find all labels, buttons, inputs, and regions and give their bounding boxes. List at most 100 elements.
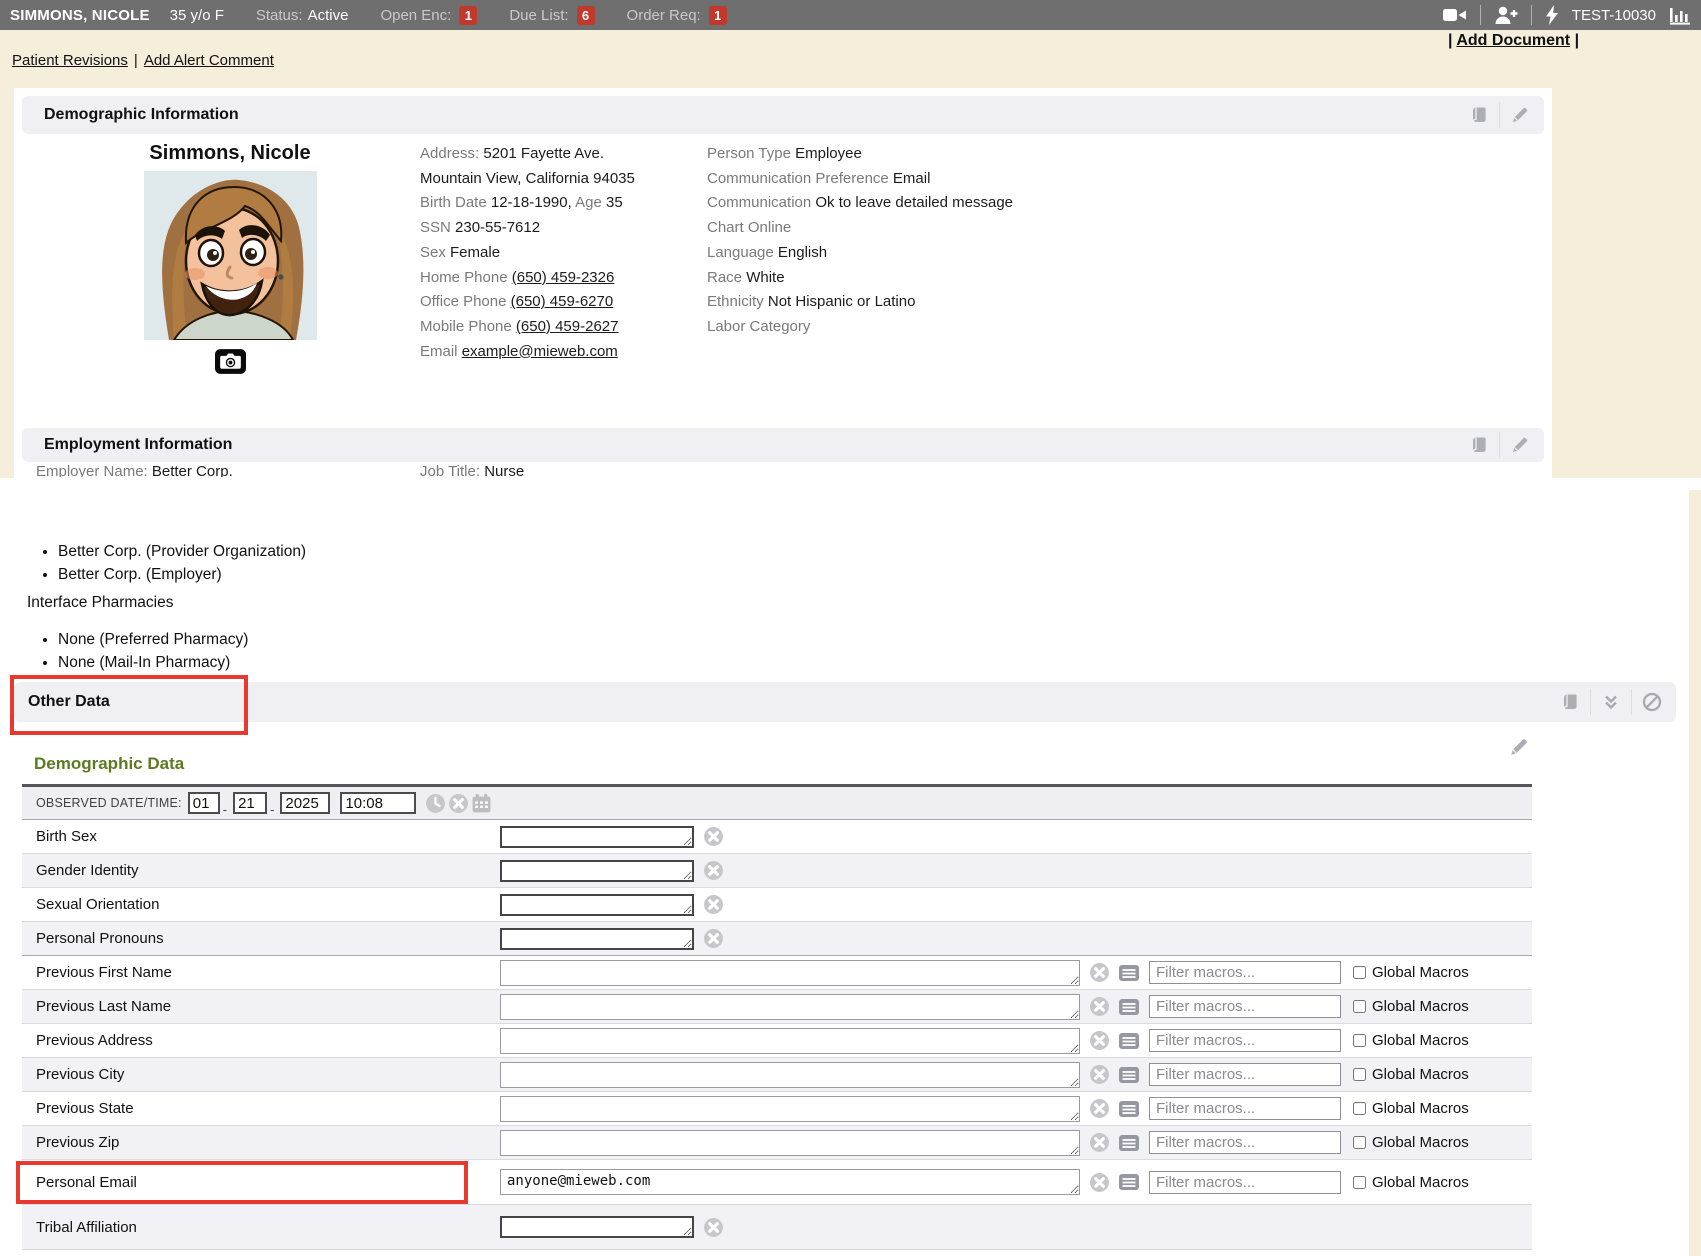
previous-address-textarea[interactable] (500, 1028, 1080, 1054)
macro-list-icon[interactable] (1118, 998, 1140, 1016)
form-row-birth-sex: Birth Sex (22, 820, 1532, 854)
global-macros-checkbox[interactable] (1353, 1176, 1366, 1189)
gender-identity-input[interactable] (500, 860, 694, 882)
observed-month-input[interactable] (188, 792, 220, 814)
observed-time-input[interactable] (340, 792, 416, 814)
clear-field-icon[interactable] (1089, 1064, 1110, 1085)
filter-macros-input[interactable] (1149, 1131, 1341, 1154)
global-macros-label: Global Macros (1372, 1066, 1469, 1083)
birth-sex-input[interactable] (500, 826, 694, 848)
field-label: Birth Sex (22, 828, 500, 845)
global-macros-label: Global Macros (1372, 1174, 1469, 1191)
due-list-badge[interactable]: 6 (577, 6, 595, 25)
order-req-badge[interactable]: 1 (709, 6, 727, 25)
status-label: Status: (256, 7, 303, 24)
divider (1480, 5, 1481, 25)
field-label: Previous Address (22, 1032, 500, 1049)
observed-day-input[interactable] (233, 792, 267, 814)
clear-field-icon[interactable] (703, 1217, 724, 1238)
filter-macros-input[interactable] (1149, 1097, 1341, 1120)
clear-field-icon[interactable] (1089, 1132, 1110, 1153)
macro-list-icon[interactable] (1118, 1066, 1140, 1084)
edit-pencil-icon[interactable] (1510, 435, 1530, 455)
journal-book-icon[interactable] (1469, 435, 1489, 455)
list-item: None (Preferred Pharmacy) (58, 628, 248, 651)
patient-revisions-link[interactable]: Patient Revisions (12, 52, 128, 69)
add-alert-comment-link[interactable]: Add Alert Comment (144, 52, 274, 69)
macro-list-icon[interactable] (1118, 1134, 1140, 1152)
journal-book-icon[interactable] (1560, 692, 1580, 712)
global-macros-checkbox[interactable] (1353, 1068, 1366, 1081)
add-person-icon[interactable] (1494, 5, 1518, 25)
macro-list-icon[interactable] (1118, 964, 1140, 982)
clear-field-icon[interactable] (703, 826, 724, 847)
form-row-previous-address: Previous Address Global Macros (22, 1024, 1532, 1058)
previous-city-textarea[interactable] (500, 1062, 1080, 1088)
macro-list-icon[interactable] (1118, 1173, 1140, 1191)
global-macros-checkbox[interactable] (1353, 1136, 1366, 1149)
clear-datetime-icon[interactable] (448, 793, 469, 814)
global-macros-label: Global Macros (1372, 1134, 1469, 1151)
email-link[interactable]: example@mieweb.com (462, 343, 618, 360)
global-macros-checkbox[interactable] (1353, 1000, 1366, 1013)
personal-pronouns-input[interactable] (500, 928, 694, 950)
clear-field-icon[interactable] (1089, 1030, 1110, 1051)
edit-pencil-icon[interactable] (1510, 105, 1530, 125)
previous-state-textarea[interactable] (500, 1096, 1080, 1122)
list-item: Better Corp. (Provider Organization) (58, 540, 306, 563)
other-data-header[interactable]: Other Data (14, 682, 1676, 722)
flowsheet-chart-icon[interactable] (1669, 5, 1691, 25)
macro-list-icon[interactable] (1118, 1032, 1140, 1050)
previous-last-name-textarea[interactable] (500, 994, 1080, 1020)
clear-field-icon[interactable] (1089, 1172, 1110, 1193)
demographic-information-header[interactable]: Demographic Information (22, 96, 1544, 134)
video-call-icon[interactable] (1443, 6, 1467, 24)
patient-photo-column: Simmons, Nicole (122, 142, 338, 374)
clear-field-icon[interactable] (1089, 962, 1110, 983)
sexual-orientation-input[interactable] (500, 894, 694, 916)
macro-list-icon[interactable] (1118, 1100, 1140, 1118)
update-photo-camera-button[interactable] (215, 349, 246, 374)
edit-pencil-icon[interactable] (1508, 736, 1530, 758)
mobile-phone-link[interactable]: (650) 459-2627 (516, 318, 619, 335)
filter-macros-input[interactable] (1149, 995, 1341, 1018)
add-document-row: | Add Document | (1448, 32, 1579, 50)
filter-macros-input[interactable] (1149, 1029, 1341, 1052)
observed-datetime-row: OBSERVED DATE/TIME: - - (22, 787, 1532, 820)
camera-icon[interactable] (215, 349, 246, 374)
observed-year-input[interactable] (280, 792, 330, 814)
filter-macros-input[interactable] (1149, 961, 1341, 984)
set-time-clock-icon[interactable] (425, 793, 446, 814)
form-row-previous-first-name: Previous First Name Global Macros (22, 956, 1532, 990)
disable-circle-slash-icon[interactable] (1642, 692, 1662, 712)
collapse-double-chevron-icon[interactable] (1601, 692, 1621, 712)
quick-actions-lightning-icon[interactable] (1545, 5, 1559, 25)
office-phone-link[interactable]: (650) 459-6270 (511, 293, 614, 310)
chart-id: TEST-10030 (1572, 7, 1656, 24)
global-macros-label: Global Macros (1372, 1100, 1469, 1117)
patient-display-name: Simmons, Nicole (122, 142, 338, 165)
filter-macros-input[interactable] (1149, 1063, 1341, 1086)
clear-field-icon[interactable] (1089, 1098, 1110, 1119)
tribal-affiliation-input[interactable] (500, 1216, 694, 1238)
global-macros-checkbox[interactable] (1353, 966, 1366, 979)
calendar-picker-icon[interactable] (471, 793, 492, 814)
previous-zip-textarea[interactable] (500, 1130, 1080, 1156)
clear-field-icon[interactable] (703, 928, 724, 949)
clear-field-icon[interactable] (1089, 996, 1110, 1017)
open-encounters-badge[interactable]: 1 (459, 6, 477, 25)
filter-macros-input[interactable] (1149, 1171, 1341, 1194)
divider (1531, 5, 1532, 25)
clear-field-icon[interactable] (703, 860, 724, 881)
personal-email-textarea[interactable]: anyone@mieweb.com (500, 1169, 1080, 1195)
add-document-link[interactable]: Add Document (1456, 32, 1570, 49)
clear-field-icon[interactable] (703, 894, 724, 915)
previous-first-name-textarea[interactable] (500, 960, 1080, 986)
employment-information-header[interactable]: Employment Information (22, 428, 1544, 462)
divider (1590, 689, 1591, 715)
section-title: Employment Information (44, 436, 232, 454)
global-macros-checkbox[interactable] (1353, 1034, 1366, 1047)
journal-book-icon[interactable] (1469, 105, 1489, 125)
global-macros-checkbox[interactable] (1353, 1102, 1366, 1115)
home-phone-link[interactable]: (650) 459-2326 (512, 269, 615, 286)
